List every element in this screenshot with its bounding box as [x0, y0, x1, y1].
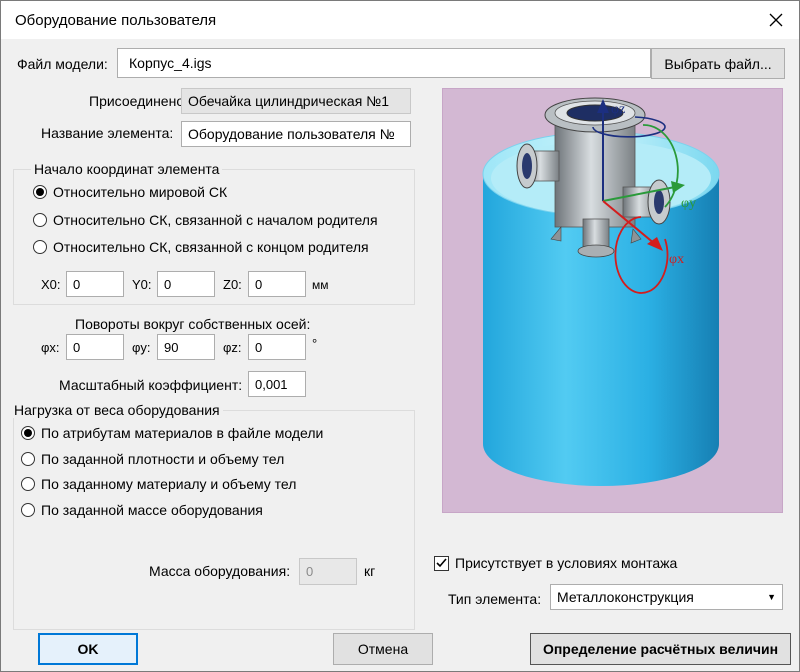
scale-label: Масштабный коэффициент:	[59, 377, 243, 393]
rotation-title: Повороты вокруг собственных осей:	[75, 316, 311, 332]
origin-group-title: Начало координат элемента	[31, 161, 223, 177]
origin-option-parent-start[interactable]: Относительно СК, связанной с началом род…	[33, 212, 378, 228]
equipment-dialog: Оборудование пользователя Файл модели: К…	[0, 0, 800, 672]
weight-option-label: По заданной плотности и объему тел	[41, 451, 285, 467]
radio-icon	[21, 477, 35, 491]
element-type-value: Металлоконструкция	[557, 589, 694, 605]
origin-option-label: Относительно СК, связанной с началом род…	[53, 212, 378, 228]
origin-option-parent-end[interactable]: Относительно СК, связанной с концом роди…	[33, 239, 369, 255]
element-type-label: Тип элемента:	[448, 591, 542, 607]
calc-values-button[interactable]: Определение расчётных величин	[530, 633, 791, 665]
element-name-label: Название элемента:	[41, 125, 174, 141]
weight-option-label: По заданному материалу и объему тел	[41, 476, 297, 492]
origin-option-world[interactable]: Относительно мировой СК	[33, 184, 227, 200]
y0-label: Y0:	[132, 277, 152, 292]
attached-to-field: Обечайка цилиндрическая №1	[181, 88, 411, 114]
z0-label: Z0:	[223, 277, 242, 292]
radio-selected-icon	[33, 185, 47, 199]
weight-option-label: По атрибутам материалов в файле модели	[41, 425, 324, 441]
chevron-down-icon: ▼	[767, 592, 776, 602]
radio-icon	[21, 452, 35, 466]
phi-y-input[interactable]: 90	[157, 334, 215, 360]
phi-y-label: φy:	[132, 340, 151, 355]
phi-z-label: φz:	[223, 340, 242, 355]
origin-unit: мм	[312, 278, 329, 292]
mass-label: Масса оборудования:	[149, 563, 291, 579]
weight-option-density[interactable]: По заданной плотности и объему тел	[21, 451, 284, 467]
weight-option-mass[interactable]: По заданной массе оборудования	[21, 502, 263, 518]
axis-z-label: φz	[611, 102, 625, 117]
weight-option-attributes[interactable]: По атрибутам материалов в файле модели	[21, 425, 323, 441]
window-title: Оборудование пользователя	[15, 12, 217, 29]
model-preview[interactable]: φz φy φx	[442, 88, 783, 513]
weight-option-label: По заданной массе оборудования	[41, 502, 263, 518]
model-preview-canvas: φz φy φx	[482, 97, 720, 486]
element-type-select[interactable]: Металлоконструкция ▼	[550, 584, 783, 610]
title-bar: Оборудование пользователя	[1, 1, 799, 39]
mass-input[interactable]: 0	[299, 558, 357, 585]
radio-selected-icon	[21, 426, 35, 440]
rotation-unit: °	[312, 336, 318, 351]
radio-icon	[33, 213, 47, 227]
mass-unit: кг	[364, 563, 376, 579]
origin-option-label: Относительно СК, связанной с концом роди…	[53, 239, 369, 255]
mounting-label: Присутствует в условиях монтажа	[455, 555, 678, 571]
phi-z-input[interactable]: 0	[248, 334, 306, 360]
model-file-input[interactable]: Корпус_4.igs	[117, 48, 651, 78]
checkbox-checked-icon	[434, 555, 449, 571]
close-icon	[769, 13, 783, 27]
weight-option-material[interactable]: По заданному материалу и объему тел	[21, 476, 296, 492]
weight-group-title: Нагрузка от веса оборудования	[11, 402, 223, 418]
radio-icon	[33, 240, 47, 254]
origin-option-label: Относительно мировой СК	[53, 184, 228, 200]
radio-icon	[21, 503, 35, 517]
cancel-button[interactable]: Отмена	[333, 633, 433, 665]
x0-input[interactable]: 0	[66, 271, 124, 297]
phi-x-input[interactable]: 0	[66, 334, 124, 360]
model-file-label: Файл модели:	[17, 56, 108, 72]
axis-y-label: φy	[681, 196, 696, 211]
axis-x-label: φx	[669, 252, 684, 267]
phi-x-label: φx:	[41, 340, 60, 355]
y0-input[interactable]: 0	[157, 271, 215, 297]
z0-input[interactable]: 0	[248, 271, 306, 297]
browse-file-button[interactable]: Выбрать файл...	[651, 48, 785, 79]
scale-input[interactable]: 0,001	[248, 371, 306, 397]
mounting-checkbox[interactable]: Присутствует в условиях монтажа	[434, 555, 677, 571]
close-button[interactable]	[753, 1, 799, 39]
ok-button[interactable]: OK	[38, 633, 138, 665]
weight-group	[13, 410, 415, 630]
x0-label: X0:	[41, 277, 61, 292]
element-name-input[interactable]: Оборудование пользователя №	[181, 121, 411, 147]
